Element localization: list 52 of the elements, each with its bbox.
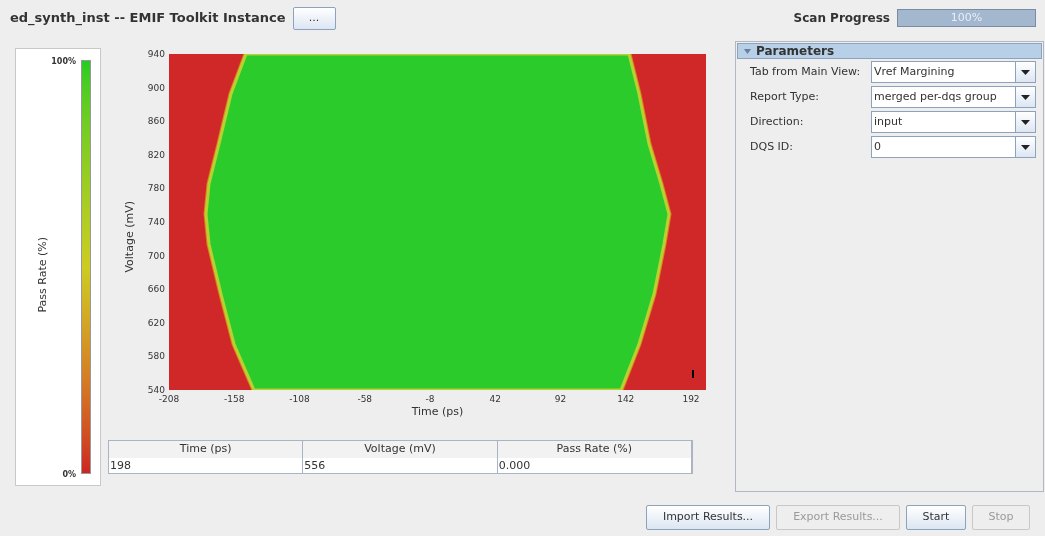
scan-progress-label: Scan Progress <box>793 10 890 27</box>
expand-triangle-icon[interactable] <box>744 47 751 55</box>
x-tick-label: 142 <box>617 394 635 404</box>
y-tick-label: 780 <box>147 183 165 194</box>
y-tick-label: 940 <box>147 49 165 59</box>
parameters-title: Parameters <box>756 43 835 60</box>
dropdown[interactable]: 0 <box>871 136 1036 158</box>
dropdown[interactable]: Vref Margining <box>871 61 1036 83</box>
parameters-header[interactable]: Parameters <box>737 43 1042 59</box>
window-title: ed_synth_inst -- EMIF Toolkit Instance <box>10 9 286 28</box>
field-label: Tab from Main View: <box>750 63 862 80</box>
column-header[interactable]: Time (ps) <box>109 441 304 459</box>
table-cell: 0.000 <box>497 458 692 473</box>
legend-title: Pass Rate (%) <box>35 237 50 313</box>
dropdown-arrow-icon[interactable] <box>1021 119 1030 125</box>
y-tick-label: 700 <box>147 250 165 261</box>
table-cell: 198 <box>109 458 304 473</box>
x-tick-label: -108 <box>289 394 310 404</box>
x-tick-label: 192 <box>682 394 700 404</box>
legend-max-label: 100% <box>51 56 76 68</box>
y-tick-label: 820 <box>147 149 165 160</box>
x-tick-label: -8 <box>425 394 435 404</box>
y-tick-label: 860 <box>147 116 165 127</box>
y-tick-label: 620 <box>147 317 165 328</box>
more-button[interactable]: ... <box>292 6 336 30</box>
field-label: Direction: <box>750 113 805 130</box>
x-tick-label: -158 <box>224 394 245 404</box>
y-axis-title: Voltage (mV) <box>121 201 137 273</box>
y-tick-label: 900 <box>147 82 165 93</box>
y-tick-label: 540 <box>147 385 165 395</box>
field-label: DQS ID: <box>750 138 795 155</box>
dropdown-arrow-icon[interactable] <box>1021 69 1030 75</box>
progress-reading: 100% <box>950 9 983 26</box>
field-label: Report Type: <box>750 88 820 105</box>
table-cell: 556 <box>303 458 498 473</box>
x-tick-label: 42 <box>489 394 501 404</box>
dropdown[interactable]: merged per-dqs group <box>871 86 1036 108</box>
x-tick-label: -208 <box>158 394 180 404</box>
column-header[interactable]: Voltage (mV) <box>303 441 498 459</box>
x-tick-label: 92 <box>554 394 567 404</box>
action-button[interactable]: Start <box>906 505 966 530</box>
y-tick-label: 740 <box>147 217 165 227</box>
dropdown-arrow-icon[interactable] <box>1021 144 1030 150</box>
dropdown-arrow-icon[interactable] <box>1021 94 1030 100</box>
dropdown[interactable]: input <box>871 111 1036 133</box>
y-tick-label: 660 <box>147 284 165 295</box>
column-header[interactable]: Pass Rate (%) <box>497 441 692 459</box>
y-tick-label: 580 <box>147 351 165 362</box>
x-tick-label: -58 <box>357 394 373 404</box>
x-axis-title: Time (ps) <box>411 403 464 420</box>
action-button[interactable]: Import Results... <box>646 505 770 530</box>
legend-min-label: 0% <box>62 469 76 481</box>
